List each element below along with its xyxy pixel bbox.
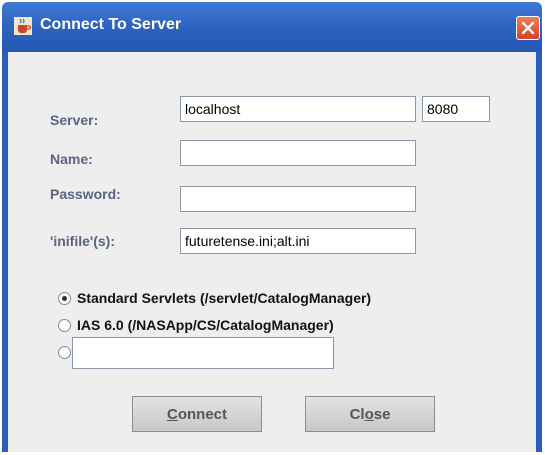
connect-dialog: Connect To Server Server: Name: Password…	[2, 2, 542, 452]
dialog-content: Server: Name: Password: 'inifile'(s): St…	[8, 52, 536, 452]
name-input[interactable]	[180, 140, 416, 166]
standard-servlets-label: Standard Servlets (/servlet/CatalogManag…	[77, 290, 372, 306]
server-label: Server:	[50, 112, 99, 128]
port-input[interactable]	[422, 96, 490, 122]
radio-button[interactable]	[58, 346, 71, 359]
close-window-button[interactable]	[516, 16, 540, 40]
inifile-label: 'inifile'(s):	[50, 233, 115, 249]
close-button[interactable]: Close	[305, 396, 435, 432]
connect-mnemonic: C	[166, 405, 178, 423]
close-mnemonic: o	[364, 405, 374, 423]
radio-ias[interactable]: IAS 6.0 (/NASApp/CS/CatalogManager)	[58, 317, 458, 337]
close-label-rest: se	[373, 405, 391, 423]
close-icon	[521, 21, 535, 35]
name-label: Name:	[50, 151, 93, 167]
password-input[interactable]	[180, 186, 416, 212]
radio-button[interactable]	[58, 319, 71, 332]
radio-standard-servlets[interactable]: Standard Servlets (/servlet/CatalogManag…	[58, 290, 478, 310]
window-border-right	[536, 52, 542, 452]
custom-path-input[interactable]	[72, 337, 334, 369]
connect-button[interactable]: Connect	[132, 396, 262, 432]
title-bar[interactable]: Connect To Server	[2, 2, 542, 52]
radio-button-selected[interactable]	[58, 292, 71, 305]
server-input[interactable]	[180, 96, 416, 122]
password-label: Password:	[50, 186, 121, 202]
connect-label-rest: onnect	[177, 405, 227, 423]
java-cup-icon	[14, 17, 32, 35]
dialog-title: Connect To Server	[40, 16, 182, 33]
inifile-input[interactable]	[180, 228, 416, 254]
close-label-start: Cl	[349, 405, 365, 423]
ias-label: IAS 6.0 (/NASApp/CS/CatalogManager)	[77, 317, 334, 333]
